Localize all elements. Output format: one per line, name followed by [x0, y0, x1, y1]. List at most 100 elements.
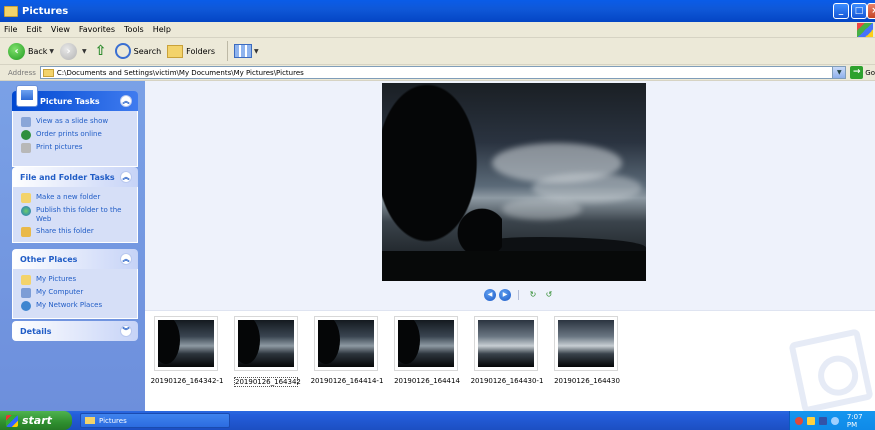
- tray-alert-icon[interactable]: [795, 416, 803, 425]
- collapse-chevron-icon[interactable]: ︽: [120, 253, 132, 265]
- start-label: start: [22, 414, 52, 427]
- next-image-icon[interactable]: ▶: [499, 289, 511, 301]
- thumbnail-frame: [554, 316, 618, 371]
- go-button[interactable]: → Go: [850, 66, 875, 79]
- file-folder-tasks-header[interactable]: File and Folder Tasks ︽: [12, 167, 138, 187]
- thumbnail-item-selected[interactable]: 20190126_164342: [232, 316, 302, 394]
- picture-tasks-panel: Picture Tasks ︽ View as a slide show Ord…: [12, 85, 138, 167]
- task-label: View as a slide show: [36, 117, 109, 125]
- address-dropdown-icon[interactable]: ▼: [832, 67, 846, 78]
- task-label: Publish this folder to the Web: [36, 206, 122, 223]
- forward-button[interactable]: › ▼: [60, 42, 87, 60]
- thumbnail-image: [318, 320, 374, 367]
- start-button[interactable]: start: [0, 411, 72, 430]
- collapse-chevron-icon[interactable]: ︽: [120, 95, 132, 107]
- task-share-folder[interactable]: Share this folder: [21, 227, 131, 237]
- menu-tools[interactable]: Tools: [124, 25, 144, 34]
- task-label: Print pictures: [36, 143, 83, 151]
- thumbnail-label: 20190126_164342-1: [150, 377, 224, 385]
- minimize-button[interactable]: _: [833, 3, 849, 19]
- search-icon: [114, 43, 131, 59]
- thumbnail-item[interactable]: 20190126_164342-1: [151, 316, 223, 394]
- menu-edit[interactable]: Edit: [26, 25, 42, 34]
- go-arrow-icon: →: [850, 66, 864, 79]
- thumbnail-item[interactable]: 20190126_164414: [392, 316, 462, 394]
- place-my-pictures[interactable]: My Pictures: [21, 275, 131, 285]
- filmstrip: 20190126_164342-1 20190126_164342 201901…: [145, 310, 875, 414]
- windows-logo-icon: [857, 23, 873, 37]
- rotate-counterclockwise-icon[interactable]: ↺: [543, 290, 555, 300]
- thumbnail-image: [478, 320, 534, 367]
- other-places-body: My Pictures My Computer My Network Place…: [12, 269, 138, 319]
- place-label: My Pictures: [36, 275, 77, 283]
- thumbnail-frame: [394, 316, 458, 371]
- preview-separator: [518, 290, 519, 300]
- tray-security-icon[interactable]: [806, 416, 815, 425]
- close-button[interactable]: ×: [867, 3, 875, 19]
- thumbnail-image: [158, 320, 214, 367]
- picture-tasks-header[interactable]: Picture Tasks ︽: [12, 85, 138, 111]
- thumbnail-item[interactable]: 20190126_164430: [552, 316, 622, 394]
- thumbnail-label: 20190126_164342: [234, 377, 301, 387]
- back-label: Back: [28, 46, 48, 56]
- network-places-icon: [21, 301, 31, 311]
- taskbar: start Pictures 7:07 PM: [0, 411, 875, 430]
- collapse-chevron-icon[interactable]: ︽: [120, 171, 132, 183]
- other-places-header[interactable]: Other Places ︽: [12, 249, 138, 269]
- menu-file[interactable]: File: [4, 25, 17, 34]
- views-dropdown-icon[interactable]: ▼: [254, 48, 259, 55]
- picture-tasks-body: View as a slide show Order prints online…: [12, 111, 138, 167]
- maximize-button[interactable]: □: [851, 3, 867, 19]
- views-button[interactable]: ▼: [234, 44, 259, 58]
- thumbnail-image: [558, 320, 614, 367]
- task-order-prints[interactable]: Order prints online: [21, 130, 131, 140]
- place-label: My Computer: [36, 288, 84, 296]
- rotate-clockwise-icon[interactable]: ↻: [527, 290, 539, 300]
- place-my-network-places[interactable]: My Network Places: [21, 301, 131, 311]
- tray-network-icon[interactable]: [830, 416, 839, 425]
- thumbnail-frame: [154, 316, 218, 371]
- taskbar-window-button[interactable]: Pictures: [80, 413, 230, 428]
- details-header[interactable]: Details ︾: [12, 321, 138, 341]
- new-folder-icon: [21, 193, 31, 203]
- menu-view[interactable]: View: [51, 25, 70, 34]
- search-label: Search: [133, 46, 162, 56]
- address-path: C:\Documents and Settings\victim\My Docu…: [56, 68, 304, 77]
- task-pane: Picture Tasks ︽ View as a slide show Ord…: [0, 81, 145, 411]
- back-button[interactable]: ‹ Back ▼: [8, 42, 54, 60]
- thumbnail-item[interactable]: 20190126_164430-1: [471, 316, 543, 394]
- thumbnail-label: 20190126_164430-1: [470, 377, 544, 385]
- order-prints-icon: [21, 130, 31, 140]
- address-input[interactable]: C:\Documents and Settings\victim\My Docu…: [39, 66, 847, 79]
- content-area: ◀ ▶ ↻ ↺ 20190126_164342-1 20190126_16434…: [145, 81, 875, 414]
- tray-device-icon[interactable]: [818, 416, 827, 425]
- previous-image-icon[interactable]: ◀: [484, 289, 496, 301]
- task-make-new-folder[interactable]: Make a new folder: [21, 193, 131, 203]
- preview-area: ◀ ▶ ↻ ↺: [145, 81, 875, 310]
- details-title: Details: [20, 326, 52, 336]
- folders-button[interactable]: Folders: [167, 44, 215, 58]
- forward-dropdown-icon[interactable]: ▼: [82, 48, 87, 55]
- folder-icon: [4, 5, 18, 17]
- file-folder-tasks-panel: File and Folder Tasks ︽ Make a new folde…: [12, 167, 138, 243]
- menu-favorites[interactable]: Favorites: [79, 25, 115, 34]
- thumbnail-label: 20190126_164414: [394, 377, 460, 385]
- picture-tasks-icon: [16, 85, 38, 107]
- thumbnail-item[interactable]: 20190126_164414-1: [311, 316, 383, 394]
- search-button[interactable]: Search: [114, 43, 162, 59]
- thumbnail-label: 20190126_164414-1: [310, 377, 384, 385]
- task-view-slideshow[interactable]: View as a slide show: [21, 117, 131, 127]
- go-label: Go: [865, 68, 875, 77]
- preview-image[interactable]: [382, 83, 646, 281]
- task-publish-to-web[interactable]: Publish this folder to the Web: [21, 206, 131, 224]
- picture-watermark-icon: [788, 328, 874, 414]
- folder-icon: [42, 68, 54, 77]
- menu-help[interactable]: Help: [153, 25, 171, 34]
- place-my-computer[interactable]: My Computer: [21, 288, 131, 298]
- up-folder-button[interactable]: ⇧: [93, 43, 109, 59]
- expand-chevron-icon[interactable]: ︾: [120, 325, 132, 337]
- clock[interactable]: 7:07 PM: [847, 413, 875, 429]
- thumbnail-frame: [314, 316, 378, 371]
- back-dropdown-icon[interactable]: ▼: [49, 48, 54, 55]
- task-print-pictures[interactable]: Print pictures: [21, 143, 131, 153]
